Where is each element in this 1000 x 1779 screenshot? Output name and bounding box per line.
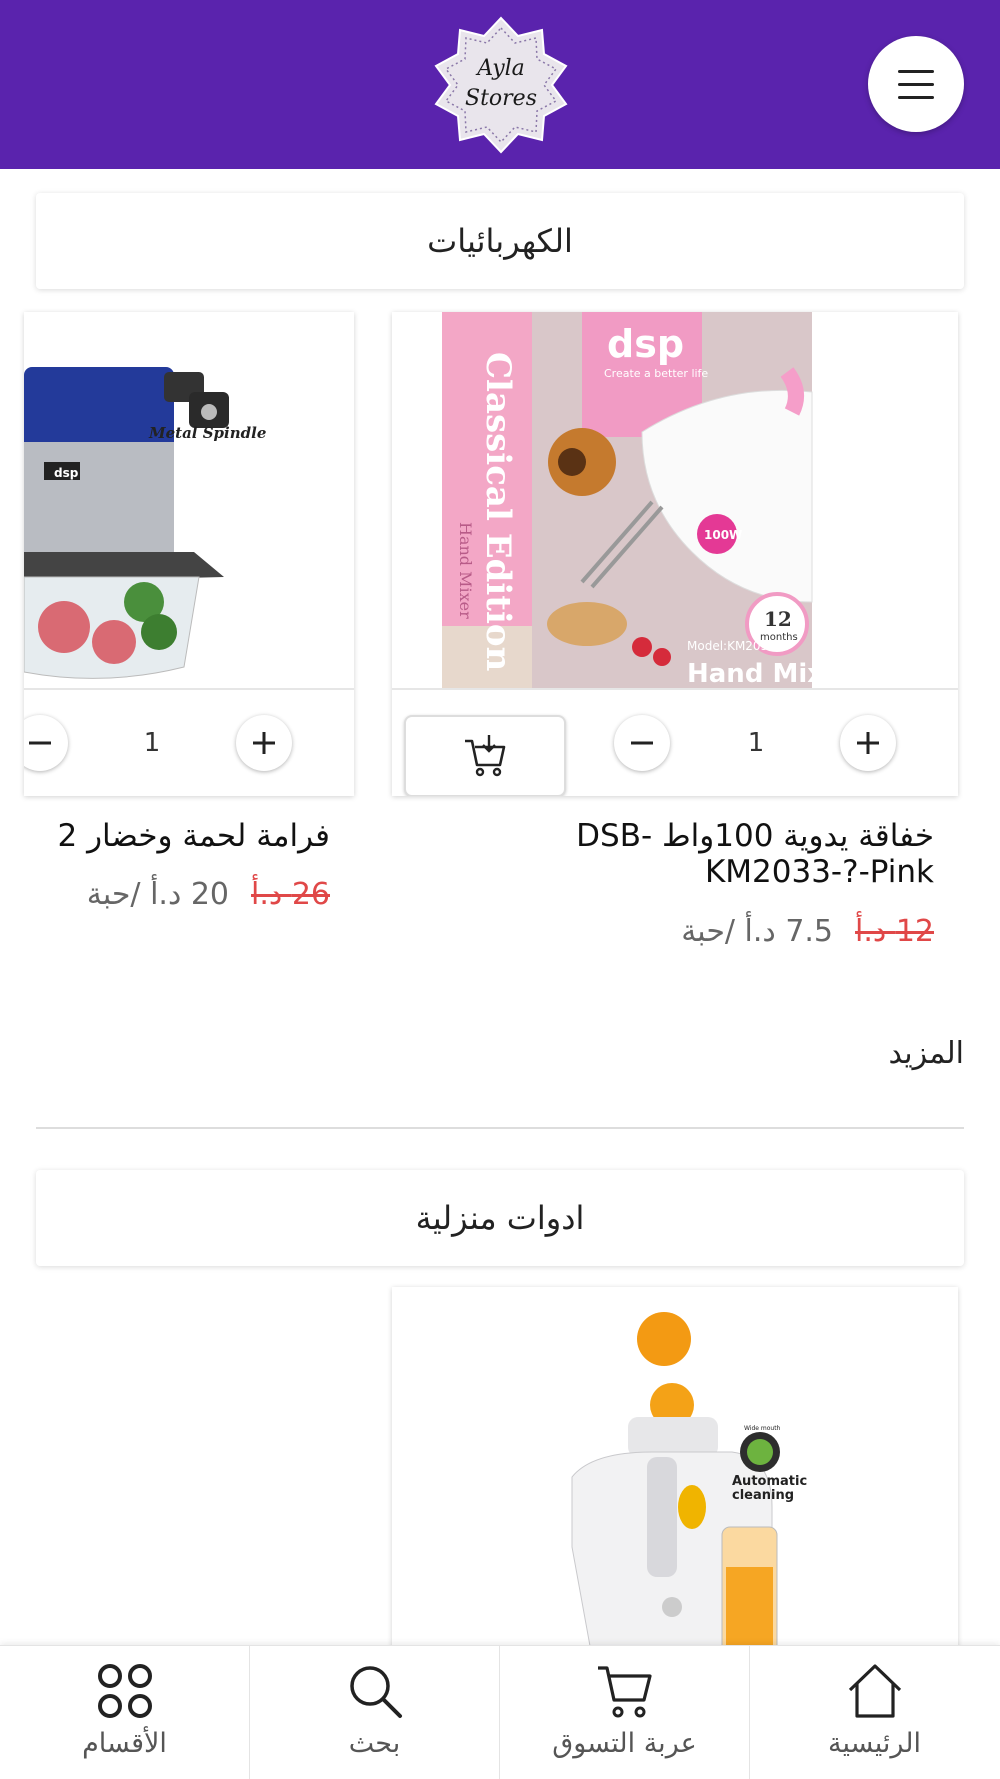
- nav-categories[interactable]: الأقسام: [0, 1646, 249, 1779]
- decrease-qty-button[interactable]: [24, 715, 68, 771]
- product-card-grinder[interactable]: Metal Spindle dsp 1: [24, 312, 354, 796]
- decrease-qty-button[interactable]: [614, 715, 670, 771]
- svg-text:cleaning: cleaning: [732, 1488, 794, 1503]
- svg-text:Metal Spindle: Metal Spindle: [148, 424, 266, 442]
- current-price: 7.5 د.أ /حبة: [681, 914, 834, 949]
- nav-search[interactable]: بحث: [250, 1646, 499, 1779]
- svg-text:Hand Mixer: Hand Mixer: [687, 659, 855, 688]
- plus-icon: [253, 732, 275, 754]
- nav-home[interactable]: الرئيسية: [750, 1646, 999, 1779]
- svg-text:100W: 100W: [704, 528, 742, 542]
- svg-text:Create a better life: Create a better life: [604, 367, 708, 380]
- section-divider: [36, 1127, 964, 1129]
- svg-text:Model:KM2033: Model:KM2033: [687, 639, 776, 653]
- quantity-value: 1: [747, 728, 765, 758]
- product-image-hand-mixer[interactable]: Classical Edition Hand Mixer dsp Create …: [392, 312, 958, 688]
- nav-label: الرئيسية: [828, 1728, 921, 1759]
- current-price: 20 د.أ /حبة: [86, 877, 230, 912]
- menu-button[interactable]: [868, 36, 964, 132]
- logo-line-2: Stores: [465, 86, 537, 111]
- logo-line-1: Ayla: [477, 56, 525, 81]
- product-name[interactable]: خفاقة يدوية 100واط -DSB KM2033-?-Pink: [420, 818, 934, 890]
- nav-label: الأقسام: [82, 1728, 167, 1759]
- increase-qty-button[interactable]: [236, 715, 292, 771]
- svg-text:dsp: dsp: [54, 466, 79, 480]
- nav-label: بحث: [348, 1728, 401, 1759]
- svg-text:12: 12: [764, 607, 792, 631]
- svg-text:Hand Mixer: Hand Mixer: [456, 522, 475, 619]
- nav-cart[interactable]: عربة التسوق: [500, 1646, 749, 1779]
- product-card-hand-mixer[interactable]: Classical Edition Hand Mixer dsp Create …: [392, 312, 958, 796]
- menu-icon: [898, 70, 934, 73]
- minus-icon: [631, 741, 653, 745]
- product-price: 12 د.أ 7.5 د.أ /حبة: [420, 914, 934, 949]
- bottom-navigation: الأقسام بحث عربة التسوق الرئيسية: [0, 1645, 1000, 1779]
- add-to-cart-button[interactable]: [404, 715, 566, 796]
- svg-text:Wide mouth: Wide mouth: [744, 1425, 781, 1432]
- app-header: Ayla Stores: [0, 0, 1000, 169]
- menu-icon-bar: [898, 96, 934, 99]
- categories-icon: [98, 1664, 152, 1718]
- increase-qty-button[interactable]: [840, 715, 896, 771]
- product-image-grinder[interactable]: Metal Spindle dsp: [24, 312, 354, 688]
- cart-icon: [598, 1666, 652, 1718]
- search-icon: [350, 1666, 402, 1718]
- svg-text:dsp: dsp: [607, 322, 684, 366]
- product-controls: 1: [24, 688, 354, 796]
- home-icon: [848, 1664, 902, 1718]
- more-link[interactable]: المزيد: [820, 1036, 964, 1071]
- product-controls: 1: [392, 688, 958, 796]
- product-image-juicer[interactable]: Automatic cleaning Wide mouth: [392, 1287, 958, 1687]
- product-card-juicer[interactable]: Automatic cleaning Wide mouth: [392, 1287, 958, 1687]
- product-name[interactable]: فرامة لحمة وخضار 2: [24, 818, 331, 854]
- menu-icon-bar: [898, 83, 934, 86]
- product-price: 26 د.أ 20 د.أ /حبة: [24, 877, 330, 912]
- section-title-home-tools[interactable]: ادوات منزلية: [36, 1170, 964, 1266]
- old-price: 12 د.أ: [855, 914, 934, 949]
- old-price: 26 د.أ: [251, 877, 330, 912]
- minus-icon: [29, 741, 51, 745]
- store-logo[interactable]: Ayla Stores: [432, 16, 570, 154]
- nav-label: عربة التسوق: [552, 1728, 697, 1759]
- section-title-electronics[interactable]: الكهربائيات: [36, 193, 964, 289]
- image-edition-text: Classical Edition: [478, 352, 518, 671]
- add-to-cart-icon: [465, 735, 506, 777]
- svg-text:Automatic: Automatic: [732, 1474, 807, 1489]
- quantity-value: 1: [143, 728, 161, 758]
- plus-icon: [857, 732, 879, 754]
